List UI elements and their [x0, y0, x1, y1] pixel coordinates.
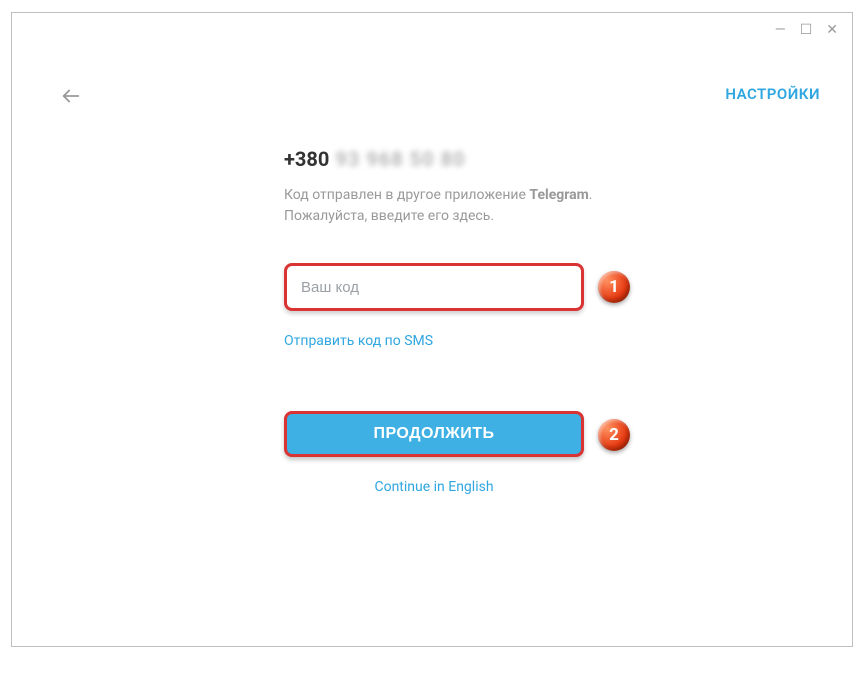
maximize-icon[interactable]: ☐: [800, 23, 813, 37]
header: НАСТРОЙКИ: [12, 63, 852, 99]
info-text: Код отправлен в другое приложение Telegr…: [284, 185, 624, 227]
info-line1-post: .: [589, 187, 593, 203]
annotation-badge-2: 2: [598, 419, 630, 451]
close-icon[interactable]: ✕: [826, 23, 838, 37]
back-arrow-icon[interactable]: [60, 85, 82, 107]
phone-number: +380 93 968 50 80: [284, 147, 624, 171]
annotation-badge-1: 1: [598, 271, 630, 303]
continue-wrap: ПРОДОЛЖИТЬ 2: [284, 411, 624, 457]
send-sms-link[interactable]: Отправить код по SMS: [284, 333, 624, 349]
info-line1-pre: Код отправлен в другое приложение: [284, 187, 529, 203]
info-line2: Пожалуйста, введите его здесь.: [284, 208, 494, 224]
code-input-wrap: 1: [284, 263, 624, 311]
phone-prefix: +380: [284, 147, 329, 171]
continue-english-link[interactable]: Continue in English: [284, 479, 584, 495]
settings-link[interactable]: НАСТРОЙКИ: [725, 85, 820, 103]
continue-button[interactable]: ПРОДОЛЖИТЬ: [284, 411, 584, 457]
window-controls: — ☐ ✕: [775, 23, 838, 37]
info-line1-bold: Telegram: [529, 187, 588, 203]
phone-masked: 93 968 50 80: [335, 147, 465, 171]
app-window: — ☐ ✕ НАСТРОЙКИ +380 93 968 50 80 Код от…: [11, 12, 853, 647]
main-content: +380 93 968 50 80 Код отправлен в другое…: [284, 147, 624, 495]
code-input[interactable]: [284, 263, 584, 311]
minimize-icon[interactable]: —: [775, 23, 786, 37]
